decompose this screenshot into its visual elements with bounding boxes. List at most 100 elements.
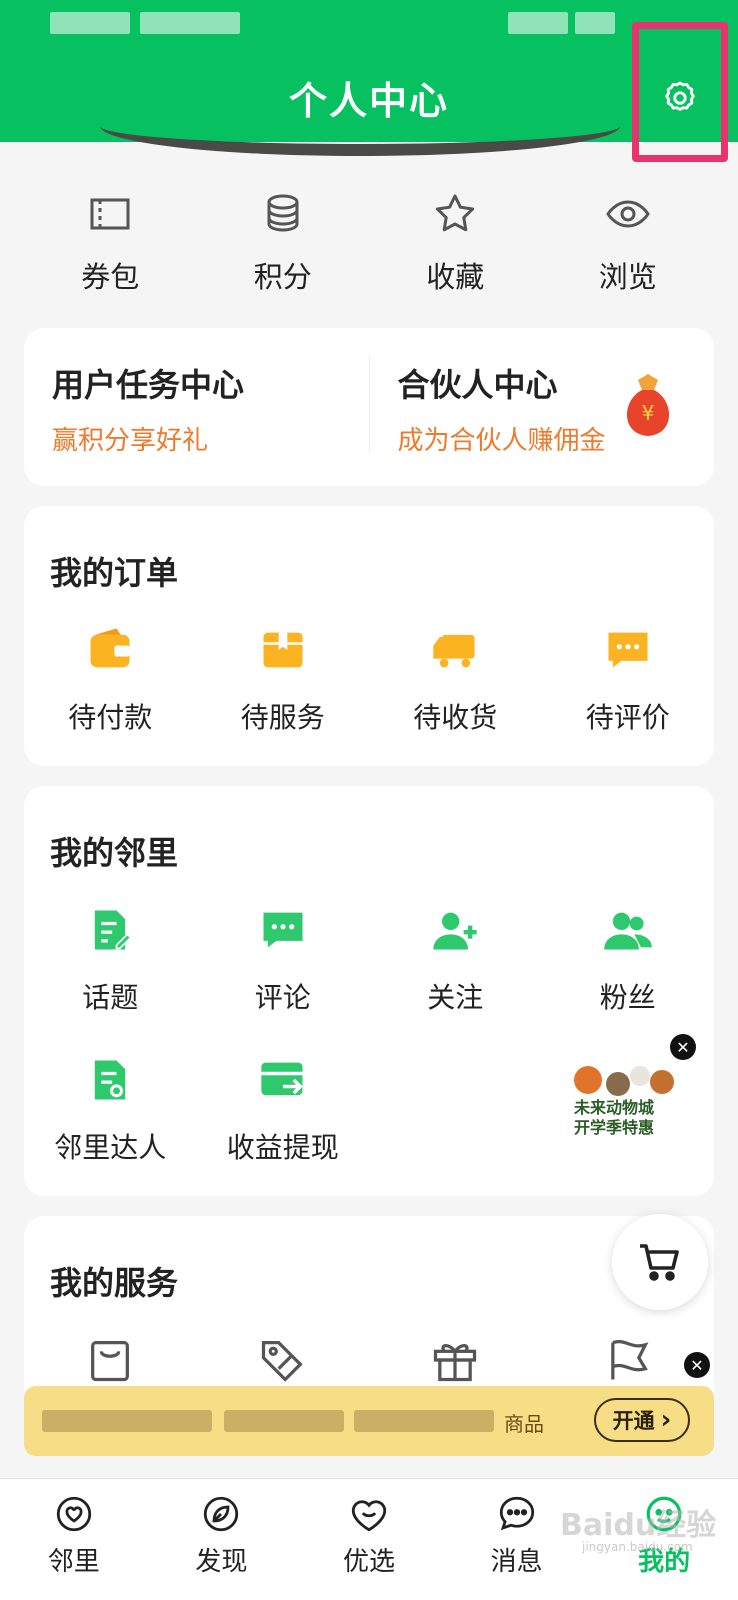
status-blur bbox=[508, 12, 568, 34]
neighbor-comments[interactable]: 评论 bbox=[197, 904, 370, 1016]
order-label: 待收货 bbox=[413, 701, 498, 734]
neighbor-fans[interactable]: 粉丝 bbox=[542, 904, 715, 1016]
tab-label: 消息 bbox=[490, 1547, 543, 1577]
bag-icon bbox=[91, 1341, 130, 1382]
task-center-subtitle: 赢积分享好礼 bbox=[52, 426, 209, 456]
neighbor-label: 收益提现 bbox=[226, 1131, 339, 1164]
service-item-discount[interactable] bbox=[197, 1334, 370, 1386]
heart-location-icon bbox=[56, 1496, 91, 1532]
quick-link-points[interactable]: 积分 bbox=[197, 190, 370, 310]
comment-icon bbox=[263, 912, 303, 948]
watermark: Baidu经验 bbox=[560, 1508, 717, 1543]
quick-links: 券包 积分 收藏 浏览 bbox=[24, 190, 714, 310]
close-banner-button[interactable]: ✕ bbox=[684, 1352, 710, 1378]
order-pending-review[interactable]: 待评价 bbox=[542, 624, 715, 736]
flag-icon bbox=[610, 1340, 649, 1380]
my-orders-card: 我的订单 待付款 待服务 待收货 待评价 bbox=[24, 506, 714, 766]
neighbors-row-1: 话题 评论 关注 粉丝 bbox=[24, 904, 714, 1016]
topic-icon bbox=[95, 910, 133, 950]
neighbor-label: 话题 bbox=[82, 981, 139, 1014]
follow-icon bbox=[433, 912, 477, 950]
gift-icon bbox=[434, 1344, 477, 1382]
order-label: 待服务 bbox=[240, 701, 325, 734]
tab-label: 优选 bbox=[342, 1547, 395, 1577]
truck-icon bbox=[433, 634, 475, 668]
open-button-label: 开通 bbox=[612, 1409, 655, 1433]
order-pending-delivery[interactable]: 待收货 bbox=[369, 624, 542, 736]
eye-icon bbox=[606, 200, 650, 228]
tab-neighbors[interactable]: 邻里 bbox=[0, 1479, 148, 1600]
chat-bubble-icon bbox=[499, 1496, 534, 1531]
open-membership-button[interactable]: 开通 › bbox=[594, 1398, 690, 1442]
animal-illustration-icon bbox=[574, 1066, 674, 1096]
status-blur bbox=[575, 12, 615, 34]
neighbor-label: 评论 bbox=[254, 981, 311, 1014]
neighbors-title: 我的邻里 bbox=[50, 834, 179, 872]
service-item-gift[interactable] bbox=[369, 1334, 542, 1386]
banner-blur bbox=[354, 1410, 494, 1432]
banner-text: 商品 bbox=[504, 1412, 544, 1436]
wallet-icon bbox=[90, 628, 130, 668]
neighbor-label: 粉丝 bbox=[599, 981, 656, 1014]
compass-leaf-icon bbox=[204, 1496, 239, 1532]
coins-icon bbox=[267, 194, 299, 232]
status-blur bbox=[140, 12, 240, 34]
gear-icon bbox=[665, 81, 695, 111]
ticket-icon bbox=[90, 198, 130, 230]
quick-link-label: 券包 bbox=[81, 260, 140, 294]
quick-link-favorites[interactable]: 收藏 bbox=[369, 190, 542, 310]
star-icon bbox=[436, 194, 475, 232]
banner-blur bbox=[224, 1410, 344, 1432]
order-pending-service[interactable]: 待服务 bbox=[197, 624, 370, 736]
neighbor-topics[interactable]: 话题 bbox=[24, 904, 197, 1016]
floating-ad[interactable]: 未来动物城 开学季特惠 bbox=[570, 1054, 680, 1146]
neighbor-withdraw[interactable]: 收益提现 bbox=[197, 1054, 370, 1166]
quick-link-label: 浏览 bbox=[598, 260, 657, 294]
header-arc bbox=[100, 126, 620, 156]
partner-center-entry[interactable]: 合伙人中心 成为合伙人赚佣金 ¥ bbox=[370, 328, 715, 486]
quick-link-history[interactable]: 浏览 bbox=[542, 190, 715, 310]
neighbor-expert[interactable]: 邻里达人 bbox=[24, 1054, 197, 1166]
neighbor-label: 邻里达人 bbox=[54, 1131, 167, 1164]
banner-blur bbox=[42, 1410, 212, 1432]
service-item-shopping[interactable] bbox=[24, 1334, 197, 1386]
tab-discover[interactable]: 发现 bbox=[148, 1479, 296, 1600]
order-label: 待付款 bbox=[68, 701, 153, 734]
comment-icon bbox=[608, 632, 648, 668]
neighbor-label: 关注 bbox=[427, 981, 484, 1014]
watermark-url: jingyan.baidu.com bbox=[582, 1540, 693, 1554]
settings-button[interactable] bbox=[632, 22, 728, 162]
expert-icon bbox=[95, 1060, 126, 1100]
quick-link-coupons[interactable]: 券包 bbox=[24, 190, 197, 310]
status-blur bbox=[50, 12, 130, 34]
promo-card: 用户任务中心 赢积分享好礼 合伙人中心 成为合伙人赚佣金 ¥ bbox=[24, 328, 714, 486]
fans-icon bbox=[603, 912, 652, 950]
money-bag-icon: ¥ bbox=[626, 374, 670, 436]
tab-label: 邻里 bbox=[47, 1547, 100, 1577]
ad-line-2: 开学季特惠 bbox=[574, 1118, 655, 1137]
tab-selected[interactable]: 优选 bbox=[295, 1479, 443, 1600]
app-header: 个人中心 bbox=[0, 0, 738, 142]
cart-button[interactable] bbox=[612, 1214, 708, 1310]
quick-link-label: 收藏 bbox=[426, 260, 485, 294]
discount-tag-icon bbox=[261, 1341, 303, 1382]
page-title: 个人中心 bbox=[288, 79, 449, 123]
close-ad-button[interactable]: ✕ bbox=[670, 1034, 696, 1060]
order-label: 待评价 bbox=[585, 701, 670, 734]
orders-row: 待付款 待服务 待收货 待评价 bbox=[24, 624, 714, 736]
box-icon bbox=[263, 632, 303, 668]
services-title: 我的服务 bbox=[50, 1264, 179, 1302]
membership-banner[interactable]: 商品 开通 › bbox=[24, 1386, 714, 1456]
task-center-title: 用户任务中心 bbox=[52, 366, 245, 404]
tab-label: 发现 bbox=[195, 1547, 248, 1577]
orders-title: 我的订单 bbox=[50, 554, 179, 592]
money-bag-glyph: ¥ bbox=[642, 401, 655, 425]
neighbor-following[interactable]: 关注 bbox=[369, 904, 542, 1016]
ad-line-1: 未来动物城 bbox=[574, 1098, 655, 1117]
withdraw-icon bbox=[261, 1062, 303, 1096]
order-pending-payment[interactable]: 待付款 bbox=[24, 624, 197, 736]
task-center-entry[interactable]: 用户任务中心 赢积分享好礼 bbox=[24, 328, 369, 486]
services-row bbox=[24, 1334, 714, 1386]
quick-link-label: 积分 bbox=[253, 260, 312, 294]
cart-icon bbox=[640, 1244, 679, 1281]
